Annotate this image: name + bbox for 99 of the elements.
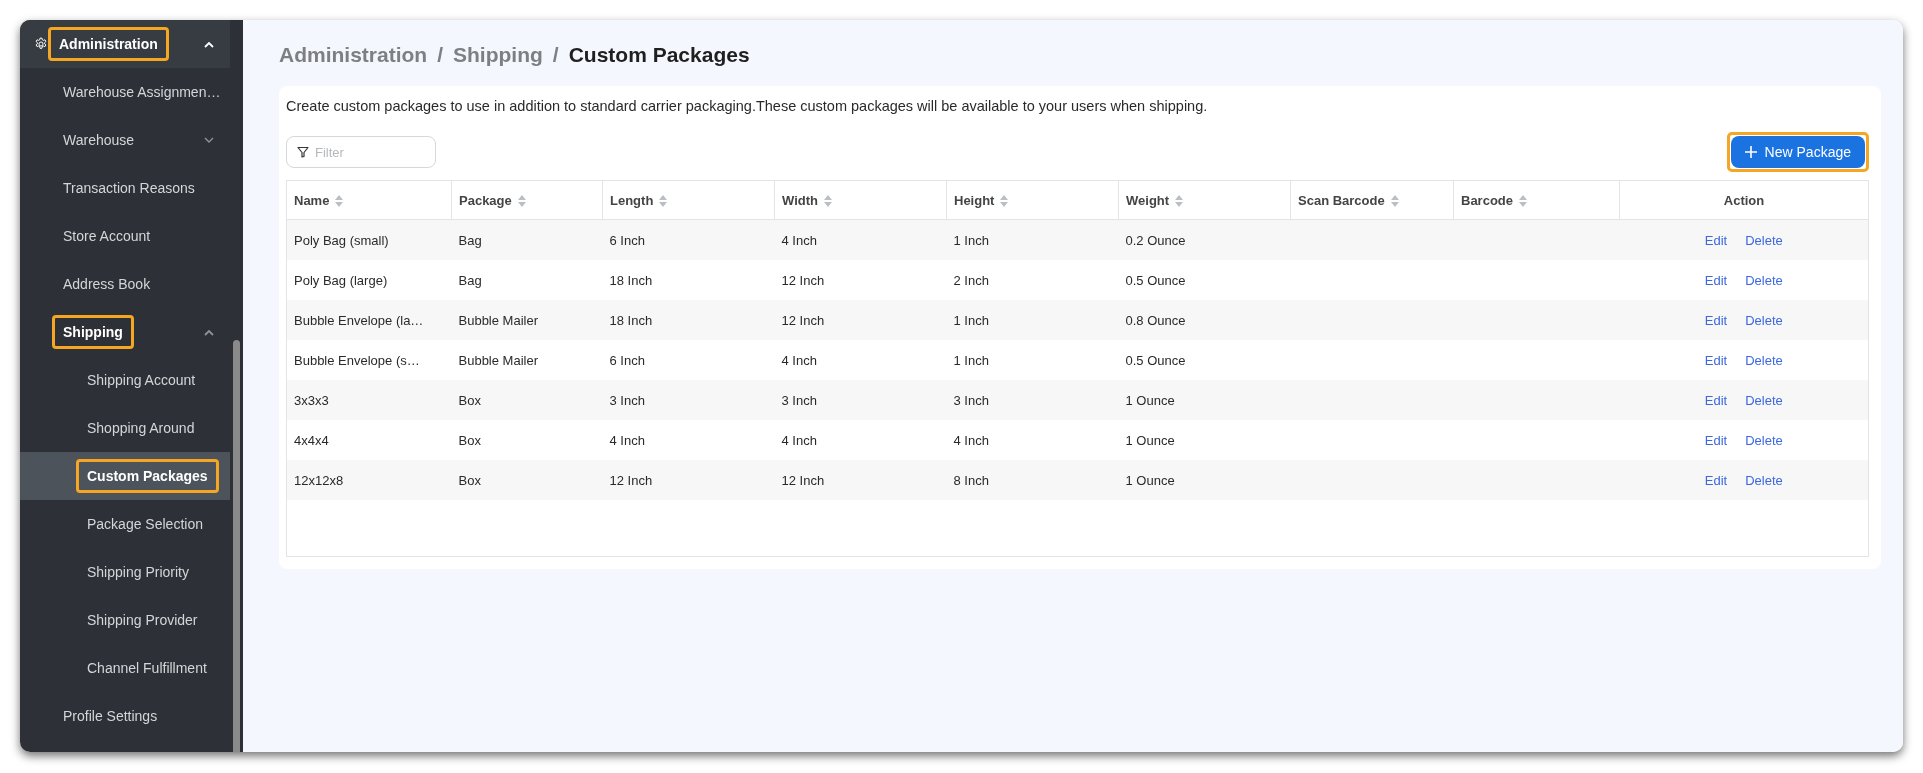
sidebar-item[interactable]: Custom Packages xyxy=(76,459,219,493)
table-cell: 3x3x3 xyxy=(294,392,329,408)
sidebar-item[interactable]: Profile Settings xyxy=(52,699,169,733)
table-cell: 3 Inch xyxy=(781,392,817,408)
table-cell: 4 Inch xyxy=(609,432,645,448)
table-cell: 3 Inch xyxy=(953,392,989,408)
table-cell: Bag xyxy=(458,272,482,288)
table-cell: 0.2 Ounce xyxy=(1125,232,1186,248)
table-cell: 4 Inch xyxy=(781,352,817,368)
sidebar-item[interactable]: Shipping Provider xyxy=(76,603,209,637)
column-header[interactable]: Height xyxy=(946,180,1119,220)
scrollbar-thumb[interactable] xyxy=(233,340,240,752)
sidebar-item[interactable]: Warehouse xyxy=(52,123,146,157)
table-cell: 4 Inch xyxy=(781,232,817,248)
edit-link[interactable]: Edit xyxy=(1704,312,1728,328)
sort-icon[interactable] xyxy=(1390,195,1399,208)
column-header[interactable]: Package xyxy=(451,180,603,220)
sidebar-item[interactable]: Administration xyxy=(48,27,169,61)
edit-link[interactable]: Edit xyxy=(1704,472,1728,488)
delete-link[interactable]: Delete xyxy=(1745,392,1783,408)
table-cell: 1 Inch xyxy=(953,352,989,368)
breadcrumb-item[interactable]: Administration xyxy=(279,43,428,67)
table-cell: Bag xyxy=(458,232,482,248)
table-cell: 12 Inch xyxy=(781,472,825,488)
table-cell: 18 Inch xyxy=(609,272,653,288)
sidebar-item[interactable]: Address Book xyxy=(52,267,162,301)
table-cell: Box xyxy=(458,472,481,488)
table-cell: Bubble Envelope (s… xyxy=(294,352,420,368)
edit-link[interactable]: Edit xyxy=(1704,232,1728,248)
table-cell: Poly Bag (large) xyxy=(294,272,388,288)
plus-icon xyxy=(1744,146,1757,158)
column-header[interactable]: Width xyxy=(774,180,947,220)
sidebar-item[interactable]: Package Selection xyxy=(76,507,214,541)
table-cell: Box xyxy=(458,432,481,448)
table-cell: 6 Inch xyxy=(609,232,645,248)
breadcrumb-item: Custom Packages xyxy=(568,43,750,67)
column-header[interactable]: Name xyxy=(286,180,452,220)
table-cell: 18 Inch xyxy=(609,312,653,328)
new-package-button[interactable]: New Package xyxy=(1730,136,1865,168)
table-cell: 12 Inch xyxy=(781,272,825,288)
column-header[interactable]: Scan Barcode xyxy=(1290,180,1454,220)
delete-link[interactable]: Delete xyxy=(1745,472,1783,488)
description-text: Create custom packages to use in addition to standard carrier packaging.These custom packages will be available to your users when shipping. xyxy=(286,98,1209,114)
table-cell: Bubble Envelope (la… xyxy=(294,312,424,328)
sidebar-item[interactable]: Shipping xyxy=(52,315,134,349)
edit-link[interactable]: Edit xyxy=(1704,432,1728,448)
column-header[interactable]: Weight xyxy=(1118,180,1291,220)
table-cell: Box xyxy=(458,392,481,408)
table-cell: 12 Inch xyxy=(781,312,825,328)
delete-link[interactable]: Delete xyxy=(1745,432,1783,448)
table-cell: 0.5 Ounce xyxy=(1125,352,1186,368)
sort-icon[interactable] xyxy=(517,195,526,208)
edit-link[interactable]: Edit xyxy=(1704,392,1728,408)
filter-field[interactable]: Filter xyxy=(286,136,436,168)
table-cell: 4x4x4 xyxy=(294,432,329,448)
column-header: Action xyxy=(1619,180,1869,220)
sidebar-item[interactable]: Shipping Account xyxy=(76,363,207,397)
table-cell: 3 Inch xyxy=(609,392,645,408)
table-cell: 1 Ounce xyxy=(1125,472,1175,488)
table-cell: 6 Inch xyxy=(609,352,645,368)
table-cell: Poly Bag (small) xyxy=(294,232,389,248)
sort-icon[interactable] xyxy=(1000,195,1009,208)
sidebar-item[interactable]: Store Account xyxy=(52,219,162,253)
delete-link[interactable]: Delete xyxy=(1745,272,1783,288)
sort-icon[interactable] xyxy=(1175,195,1184,208)
sidebar-item[interactable]: Shipping Priority xyxy=(76,555,200,589)
sidebar-item[interactable]: Transaction Reasons xyxy=(52,171,206,205)
table-cell: 1 Inch xyxy=(953,312,989,328)
delete-link[interactable]: Delete xyxy=(1745,352,1783,368)
table-cell: 1 Inch xyxy=(953,232,989,248)
table-cell: Bubble Mailer xyxy=(458,312,538,328)
table-cell: 4 Inch xyxy=(953,432,989,448)
breadcrumb-item[interactable]: Shipping xyxy=(453,43,543,67)
edit-link[interactable]: Edit xyxy=(1704,272,1728,288)
breadcrumb-separator: / xyxy=(552,43,559,67)
table-cell: 12 Inch xyxy=(609,472,653,488)
table-cell: Bubble Mailer xyxy=(458,352,538,368)
column-header[interactable]: Length xyxy=(602,180,775,220)
sidebar-item[interactable]: Warehouse Assignmen… xyxy=(52,75,232,109)
edit-link[interactable]: Edit xyxy=(1704,352,1728,368)
sort-icon[interactable] xyxy=(1519,195,1528,208)
settings-icon xyxy=(34,37,48,51)
table-cell: 8 Inch xyxy=(953,472,989,488)
sidebar-item[interactable]: Shopping Around xyxy=(76,411,206,445)
table-cell: 1 Ounce xyxy=(1125,432,1175,448)
table-cell: 2 Inch xyxy=(953,272,989,288)
sidebar-item[interactable]: Channel Fulfillment xyxy=(76,651,218,685)
sort-icon[interactable] xyxy=(824,195,832,208)
sort-icon[interactable] xyxy=(659,195,668,208)
table-cell: 12x12x8 xyxy=(294,472,344,488)
table-cell: 1 Ounce xyxy=(1125,392,1175,408)
delete-link[interactable]: Delete xyxy=(1745,232,1783,248)
table-cell: 0.8 Ounce xyxy=(1125,312,1186,328)
column-header[interactable]: Barcode xyxy=(1453,180,1620,220)
table-cell: 0.5 Ounce xyxy=(1125,272,1186,288)
table-cell: 4 Inch xyxy=(781,432,817,448)
breadcrumb-separator: / xyxy=(437,43,443,67)
sort-icon[interactable] xyxy=(335,195,344,208)
delete-link[interactable]: Delete xyxy=(1745,312,1783,328)
